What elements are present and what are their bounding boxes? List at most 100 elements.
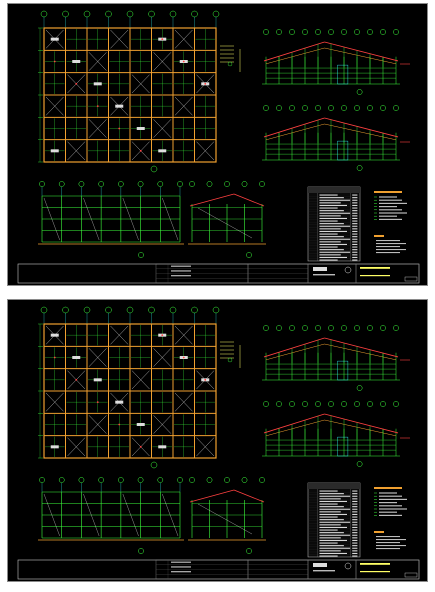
schedule-cell (352, 233, 358, 235)
legend-text (379, 215, 397, 217)
notes-item (376, 246, 400, 248)
schedule-cell (319, 246, 338, 248)
grid-bubble (58, 181, 65, 187)
grid-bubble (302, 401, 308, 407)
legend-text (379, 498, 407, 500)
schedule-cell (319, 521, 351, 523)
grid-bubble (380, 401, 386, 407)
view-number-bubble (246, 548, 252, 554)
schedule-table (307, 482, 361, 558)
member-tag (50, 149, 59, 153)
north-arrow-icon (344, 562, 352, 570)
detail-callout-icon (227, 61, 233, 67)
view-number-bubble (356, 385, 363, 391)
schedule-cell (352, 547, 358, 549)
revision-text (171, 571, 191, 573)
notes-item (376, 252, 400, 254)
sheet-canvas (17, 10, 420, 284)
schedule-cell (319, 217, 347, 219)
grid-bubble (263, 29, 269, 35)
frame-elevation (38, 306, 234, 469)
schedule-cell (352, 204, 358, 206)
schedule-cell (352, 555, 358, 557)
schedule-cell (319, 503, 338, 505)
brace (197, 503, 253, 535)
roof-truss-elevation-upper (262, 29, 400, 95)
schedule-cell (319, 552, 347, 554)
schedule-cell (352, 223, 358, 225)
grid-bubble (189, 181, 195, 187)
legend-text (379, 508, 407, 510)
view-number-bubble (356, 165, 363, 171)
connection-marker (96, 401, 99, 404)
grid-bubble (137, 181, 144, 187)
sheet-title-panel (355, 559, 420, 580)
drawing-sheet-1 (7, 3, 428, 286)
schedule-cell (319, 490, 338, 492)
grid-bubble (315, 401, 321, 407)
legend (374, 191, 407, 254)
schedule-cell (319, 495, 351, 497)
schedule-cell (352, 493, 358, 495)
grid-bubble (367, 29, 373, 35)
grid-bubble (83, 10, 91, 18)
grid-bubble (263, 401, 269, 407)
end-frame-elevation (188, 181, 266, 258)
notes-item (376, 548, 400, 550)
schedule-cell (319, 537, 341, 539)
connection-marker (182, 60, 185, 63)
schedule-cell (319, 498, 341, 500)
member-tag (72, 60, 81, 63)
member-tag (93, 82, 102, 86)
grid-bubble (126, 306, 134, 314)
truss-chord (265, 123, 325, 141)
schedule-cell (319, 223, 344, 225)
member-tag (50, 333, 59, 337)
grid-bubble (83, 306, 91, 314)
truss-chord (324, 123, 397, 141)
legend-text (379, 209, 402, 211)
truss-chord (324, 419, 397, 437)
company-text (313, 274, 335, 276)
grid-bubble (191, 10, 198, 18)
schedule-cell (319, 529, 338, 531)
schedule-table (307, 186, 361, 262)
grid-bubble (380, 29, 386, 35)
schedule-cell (319, 547, 351, 549)
schedule-cell (319, 207, 338, 209)
grid-bubble (118, 181, 124, 187)
company-logo (313, 267, 327, 271)
grid-bubble (224, 477, 230, 483)
legend-text (379, 199, 402, 201)
schedule-cell (352, 519, 358, 521)
end-frame-elevation (188, 477, 266, 554)
member-tag (50, 37, 59, 41)
schedule-cell (319, 212, 351, 214)
view-number-bubble (138, 252, 144, 258)
grid-bubble (224, 181, 230, 187)
roof-slope (324, 337, 399, 358)
grid-bubble (157, 181, 164, 187)
connection-marker (53, 356, 56, 359)
schedule-cell (352, 552, 358, 554)
revision-text (171, 265, 191, 267)
grid-bubble (367, 325, 373, 331)
sheet-title (360, 563, 390, 565)
grid-bubble (58, 477, 65, 483)
grid-bubble (206, 181, 213, 187)
member-tag (115, 400, 124, 404)
grid-bubble (315, 105, 321, 111)
drawing-sheet-2 (7, 299, 428, 582)
legend-text (379, 196, 397, 198)
grid-bubble (367, 105, 373, 111)
grid-bubble (62, 10, 69, 18)
schedule-cell (352, 490, 358, 492)
grid-bubble (302, 105, 308, 111)
grid-bubble (169, 10, 177, 18)
grid-bubble (341, 325, 347, 331)
truss-chord (265, 47, 325, 65)
member-tag (158, 445, 167, 449)
grid-bubble (259, 181, 265, 187)
schedule-cell (352, 251, 358, 253)
brace (197, 207, 253, 239)
